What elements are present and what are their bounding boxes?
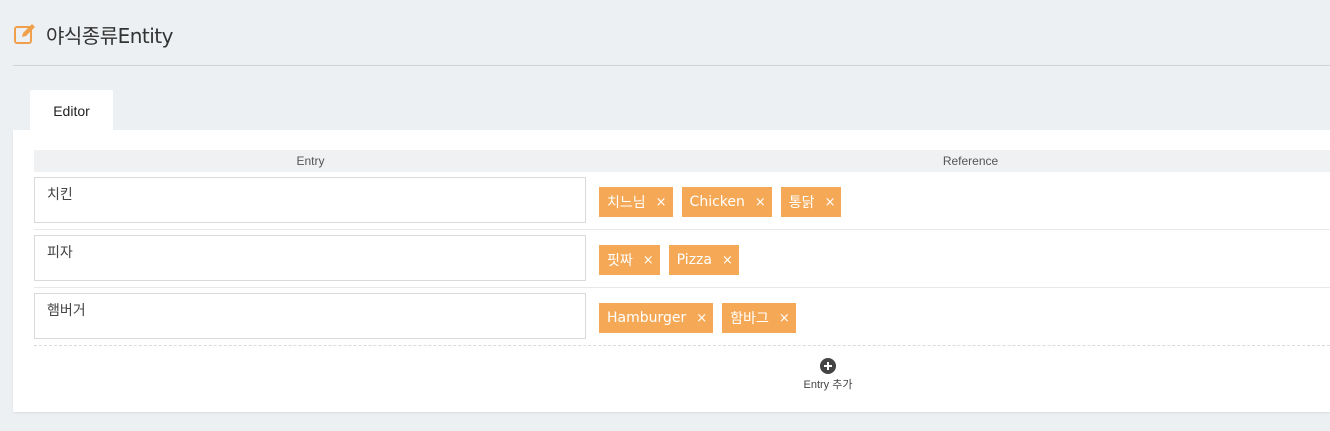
edit-icon — [13, 22, 37, 46]
add-entry-button[interactable]: Entry 추가 — [793, 358, 863, 392]
reference-tag: 치느님 × — [599, 187, 673, 217]
page-title: 야식종류Entity — [46, 23, 174, 48]
add-entry-label: Entry 추가 — [803, 379, 853, 391]
reference-tag-label: 통닭 — [788, 195, 815, 211]
entry-input[interactable]: 햄버거 — [34, 293, 586, 339]
entry-input[interactable]: 치킨 — [34, 177, 586, 223]
reference-tag: 함바그 × — [722, 303, 796, 333]
remove-tag-icon[interactable]: × — [643, 253, 654, 268]
table-row: 피자 핏짜 × Pizza × — [34, 230, 1330, 288]
column-header-reference: Reference — [942, 154, 999, 168]
reference-tag-label: Hamburger — [607, 310, 687, 326]
plus-circle-icon — [820, 358, 836, 374]
reference-tag-label: Chicken — [689, 194, 745, 210]
remove-tag-icon[interactable]: × — [755, 195, 766, 210]
reference-tag: Chicken × — [681, 187, 772, 217]
remove-tag-icon[interactable]: × — [656, 195, 667, 210]
reference-tag: 핏짜 × — [599, 245, 660, 275]
remove-tag-icon[interactable]: × — [722, 253, 733, 268]
tab-editor[interactable]: Editor — [30, 90, 113, 131]
reference-tags: 핏짜 × Pizza × — [599, 245, 739, 275]
remove-tag-icon[interactable]: × — [825, 195, 836, 210]
remove-tag-icon[interactable]: × — [779, 311, 790, 326]
entry-input[interactable]: 피자 — [34, 235, 586, 281]
table-header: Entry Reference — [34, 150, 1330, 172]
reference-tag-label: 핏짜 — [607, 253, 633, 269]
entity-table: Entry Reference 치킨 치느님 × Chicken × 통닭 × — [34, 150, 1330, 346]
reference-tags: Hamburger × 함바그 × — [599, 303, 796, 333]
reference-tags: 치느님 × Chicken × 통닭 × — [599, 187, 842, 217]
editor-panel: Entry Reference 치킨 치느님 × Chicken × 통닭 × — [13, 130, 1330, 412]
reference-tag: 통닭 × — [780, 187, 842, 217]
reference-tag: Pizza × — [668, 245, 739, 275]
table-row: 치킨 치느님 × Chicken × 통닭 × — [34, 172, 1330, 230]
remove-tag-icon[interactable]: × — [696, 311, 707, 326]
reference-tag-label: Pizza — [676, 252, 712, 268]
header-divider — [13, 65, 1330, 66]
reference-tag-label: 치느님 — [607, 195, 646, 211]
column-header-entry: Entry — [296, 154, 325, 168]
reference-tag-label: 함바그 — [730, 311, 769, 327]
reference-tag: Hamburger × — [599, 303, 714, 333]
page-header: 야식종류Entity — [13, 18, 174, 50]
table-row: 햄버거 Hamburger × 함바그 × — [34, 288, 1330, 346]
